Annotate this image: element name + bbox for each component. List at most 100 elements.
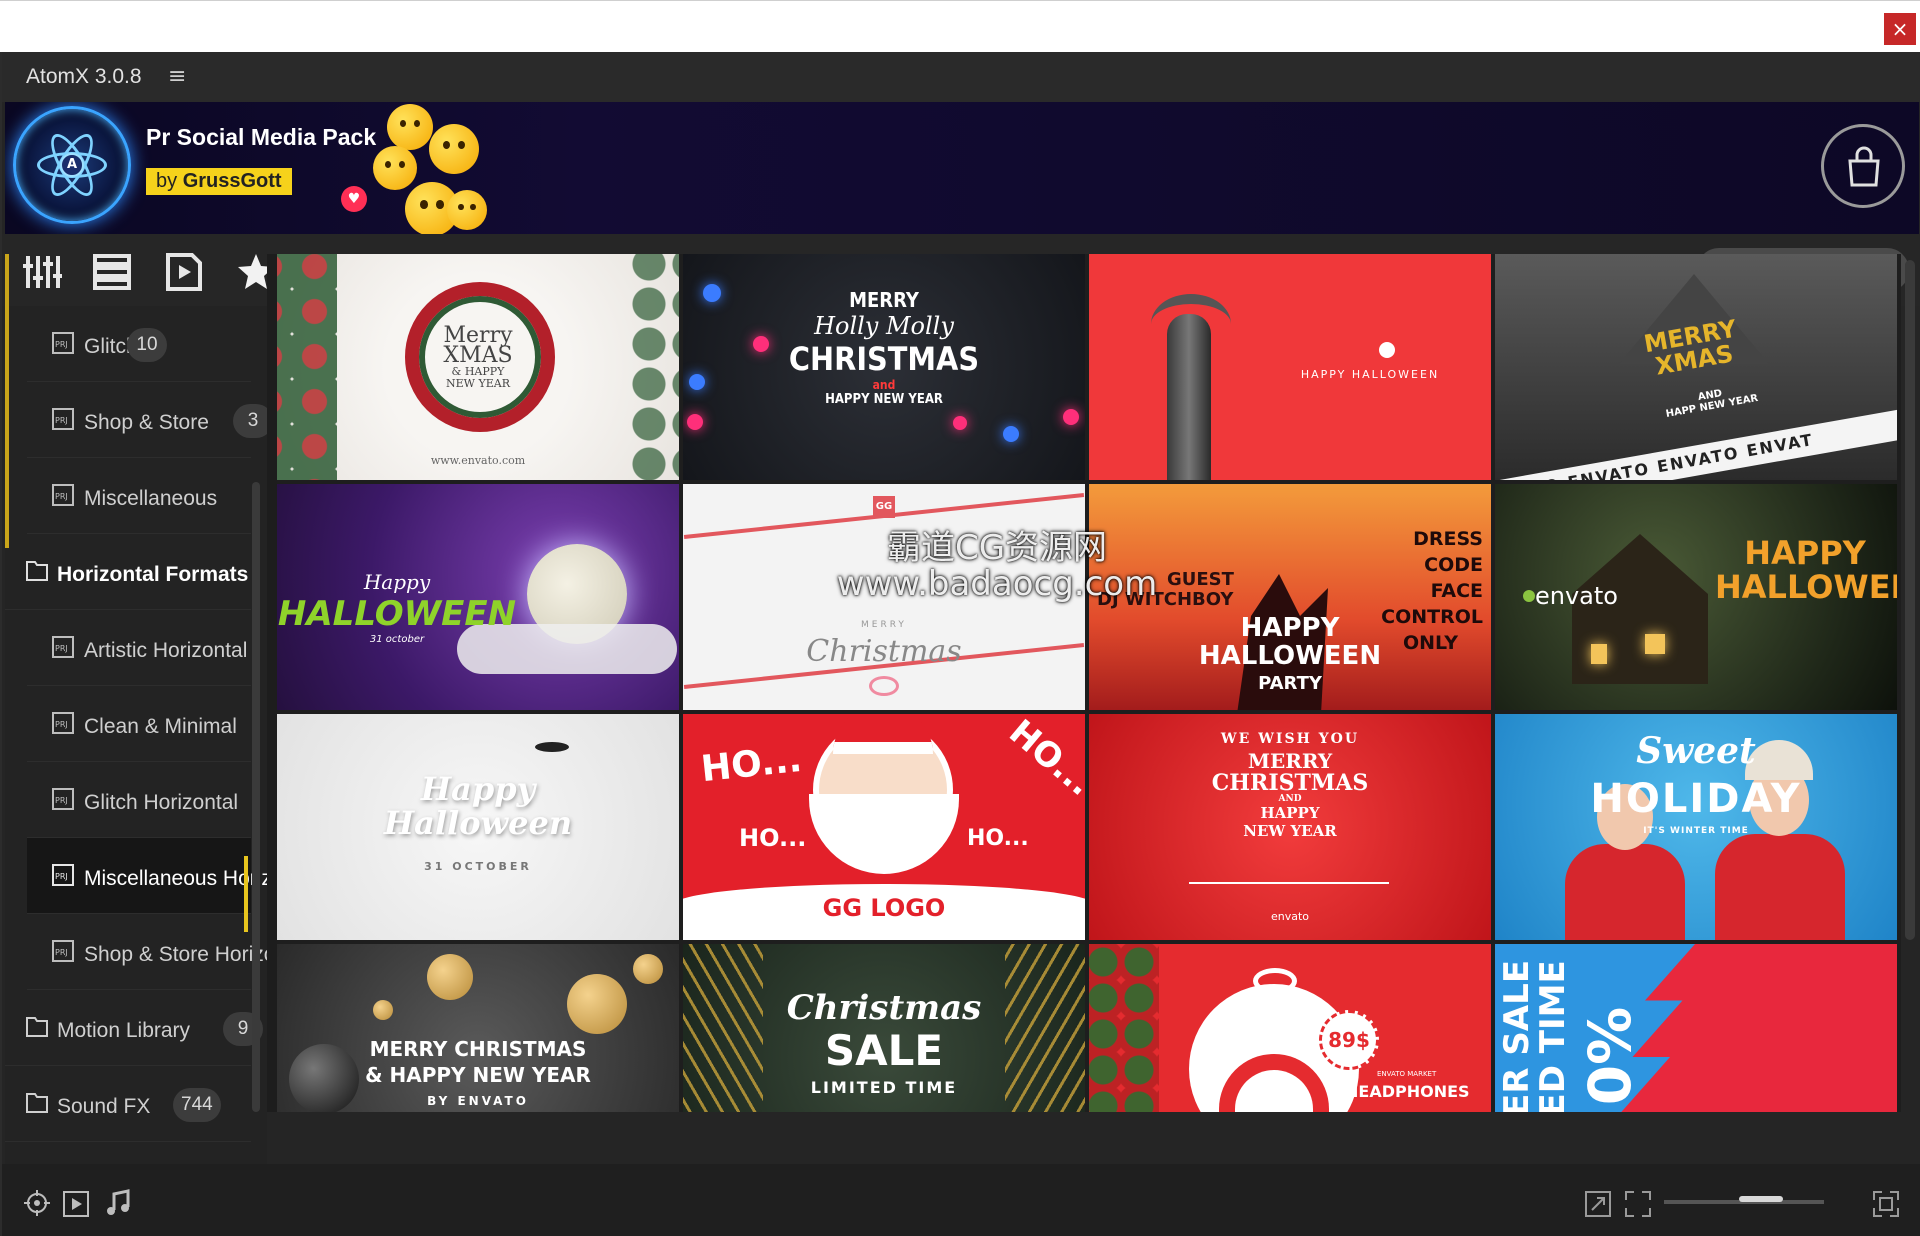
- sidebar-item-clean-minimal[interactable]: PRJ Clean & Minimal: [27, 686, 251, 762]
- count-badge: 744: [173, 1088, 221, 1122]
- svg-text:PRJ: PRJ: [55, 796, 68, 805]
- thumbnail-grid: Merry XMAS & HAPPY NEW YEAR www.envato.c…: [277, 254, 1901, 1112]
- sidebar-item-artistic-horizontal[interactable]: PRJ Artistic Horizontal: [27, 610, 251, 686]
- thumb-text: MERRY: [861, 620, 907, 630]
- thumbnail-santa-ho-ho[interactable]: HO... HO... HO... HO... GG LOGO: [683, 714, 1085, 940]
- sidebar-item-shop-store-horizontal[interactable]: PRJ Shop & Store Horizontal: [27, 914, 267, 990]
- thumbnail-sweet-holiday[interactable]: Sweet HOLIDAY IT'S WINTER TIME: [1495, 714, 1897, 940]
- thumbnail-we-wish-you-merry-christmas[interactable]: WE WISH YOU MERRY CHRISTMAS AND HAPPY NE…: [1089, 714, 1491, 940]
- thumb-text: XMAS: [443, 343, 513, 368]
- sidebar-item-motion-library[interactable]: Motion Library 9: [5, 990, 263, 1066]
- sidebar-item-label: Miscellaneous Horizontal: [84, 867, 267, 890]
- shopping-bag-icon: [1848, 146, 1880, 187]
- thumb-text: HO...: [967, 826, 1029, 851]
- svg-text:PRJ: PRJ: [55, 872, 68, 881]
- sidebar-item-shop-store[interactable]: PRJ Shop & Store 3: [27, 382, 267, 458]
- thumbnail-size-slider-handle[interactable]: [1739, 1196, 1784, 1202]
- app-title: AtomX 3.0.8: [26, 65, 142, 88]
- thumbnail-merry-xmas-envato[interactable]: MERRY XMAS AND HAPP NEW YEAR ENVATO ENVA…: [1495, 254, 1897, 480]
- project-file-icon: PRJ: [51, 788, 75, 810]
- thumbnail-envato-haunted-house[interactable]: envato HAPPY HALLOWEEN: [1495, 484, 1897, 710]
- sliders-icon[interactable]: [22, 252, 62, 292]
- expand-icon[interactable]: [1584, 1190, 1612, 1218]
- project-file-icon: PRJ: [51, 332, 75, 354]
- sidebar-item-label: Miscellaneous: [84, 487, 218, 510]
- thumb-text: WE WISH YOU: [1220, 731, 1360, 747]
- thumb-text: ENVATO MARKET: [1377, 1070, 1437, 1078]
- thumb-text: MERRY: [1247, 749, 1333, 773]
- smiley-emoji-icon: [447, 190, 487, 230]
- thumb-text: HEADPHONES: [1345, 1082, 1470, 1101]
- sidebar-item-label: Shop & Store: [84, 411, 209, 434]
- pack-banner: A Pr Social Media Pack by GrussGott ♥: [5, 102, 1919, 234]
- project-file-icon: PRJ: [51, 712, 75, 734]
- thumbnail-happy-halloween-hand[interactable]: HAPPY HALLOWEEN: [1089, 254, 1491, 480]
- music-note-icon[interactable]: [104, 1188, 132, 1218]
- atomx-logo[interactable]: A: [13, 106, 131, 224]
- hamburger-menu-icon[interactable]: ≡: [168, 64, 186, 89]
- play-file-icon[interactable]: [164, 252, 204, 292]
- sidebar-item-label: Glitch Horizontal: [84, 791, 239, 814]
- thumb-text: GG: [873, 496, 895, 518]
- thumb-text: CHRISTMAS: [788, 340, 980, 378]
- svg-text:PRJ: PRJ: [55, 720, 68, 729]
- count-badge: 10: [127, 328, 167, 362]
- sidebar-item-miscellaneous[interactable]: PRJ Miscellaneous: [27, 458, 251, 534]
- logo-letter: A: [60, 153, 84, 177]
- thumbnail-happy-halloween-white[interactable]: Happy Halloween 31 OCTOBER: [277, 714, 679, 940]
- watermark-url: www.badaocg.com: [836, 564, 1158, 604]
- project-file-icon: PRJ: [51, 408, 75, 430]
- thumb-text: 31 OCTOBER: [424, 860, 532, 873]
- thumbnail-headphones-sale[interactable]: 89$ ENVATO MARKET HEADPHONES: [1089, 944, 1491, 1112]
- target-icon[interactable]: [22, 1188, 52, 1218]
- thumb-text: HAPPY: [1744, 534, 1866, 572]
- sidebar-item-glitch[interactable]: PRJ Glitch 10: [27, 306, 251, 382]
- thumbnail-holly-molly-christmas[interactable]: MERRY Holly Molly CHRISTMAS and HAPPY NE…: [683, 254, 1085, 480]
- sidebar-item-glitch-horizontal[interactable]: PRJ Glitch Horizontal: [27, 762, 251, 838]
- thumb-text: HAPPY HALLOWEEN: [1300, 368, 1440, 381]
- list-icon[interactable]: [92, 252, 132, 292]
- svg-text:PRJ: PRJ: [55, 416, 68, 425]
- layout-toggle-icon[interactable]: [1872, 1190, 1900, 1218]
- window-close-button[interactable]: ×: [1884, 13, 1916, 45]
- smiley-emoji-icon: [429, 124, 479, 174]
- pane-divider[interactable]: [267, 254, 277, 1112]
- thumb-text: Holly Molly: [814, 312, 954, 340]
- sidebar-item-miscellaneous-horizontal[interactable]: PRJ Miscellaneous Horizontal: [27, 838, 267, 914]
- thumb-text: HO...: [699, 738, 804, 791]
- project-file-icon: PRJ: [51, 864, 75, 886]
- thumbnail-winter-sale[interactable]: TER SALE TED TIME 0%: [1495, 944, 1897, 1112]
- thumb-text: Christmas: [786, 988, 982, 1028]
- os-window-bar: ×: [0, 0, 1920, 52]
- watermark-title: 霸道CG资源网: [886, 528, 1108, 568]
- thumb-text: SALE: [824, 1026, 944, 1075]
- thumb-text: IT'S WINTER TIME: [1643, 826, 1749, 836]
- sidebar-item-label: Horizontal Formats: [57, 563, 249, 586]
- thumbnail-happy-halloween-moon[interactable]: Happy HALLOWEEN 31 october: [277, 484, 679, 710]
- thumb-text: LIMITED TIME: [810, 1078, 958, 1097]
- thumbnail-merry-xmas-wreath[interactable]: Merry XMAS & HAPPY NEW YEAR www.envato.c…: [277, 254, 679, 480]
- title-bar: AtomX 3.0.8 ≡: [2, 52, 1920, 102]
- heart-icon: ♥: [341, 186, 367, 212]
- thumb-text: NEW YEAR: [446, 377, 510, 390]
- thumb-text: www.envato.com: [430, 454, 526, 467]
- sidebar-item-sound-fx[interactable]: Sound FX 744: [5, 1066, 251, 1142]
- thumb-text: ENVATO ENVATO ENVATO ENVAT: [1495, 404, 1897, 480]
- sidebar-scrollbar[interactable]: [252, 482, 260, 1112]
- shop-button[interactable]: [1821, 124, 1905, 208]
- sidebar-group-accent: [5, 254, 9, 548]
- fit-screen-icon[interactable]: [1624, 1190, 1652, 1218]
- svg-text:PRJ: PRJ: [55, 492, 68, 501]
- count-badge: 3: [233, 404, 267, 438]
- thumb-text: HOLIDAY: [1590, 776, 1802, 822]
- thumb-text: Happy: [363, 570, 431, 594]
- smiley-emoji-icon: [387, 104, 433, 150]
- video-preview-icon[interactable]: [62, 1190, 90, 1218]
- thumbnail-merry-christmas-ornaments[interactable]: MERRY CHRISTMAS & HAPPY NEW YEAR BY ENVA…: [277, 944, 679, 1112]
- thumb-text: MERRY CHRISTMAS: [369, 1037, 587, 1061]
- thumbnail-christmas-sale[interactable]: Christmas SALE LIMITED TIME: [683, 944, 1085, 1112]
- thumb-text: envato: [1535, 582, 1618, 610]
- sidebar-item-horizontal-formats[interactable]: Horizontal Formats: [5, 534, 251, 610]
- thumb-text: PARTY: [1258, 673, 1322, 694]
- grid-scrollbar[interactable]: [1905, 260, 1915, 940]
